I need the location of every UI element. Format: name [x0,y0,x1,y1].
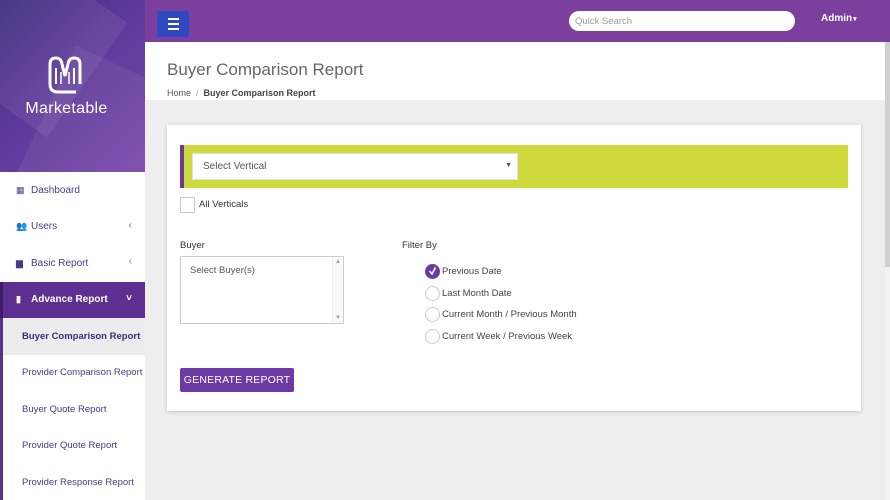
buyer-multiselect[interactable]: Select Buyer(s) ▲ ▼ [180,256,344,324]
breadcrumb-current: Buyer Comparison Report [203,88,316,98]
radio-label-current-week-previous-week: Current Week / Previous Week [442,331,573,342]
brand-name: Marketable [25,100,108,117]
radio-current-week-previous-week[interactable] [425,329,440,344]
sidebar-subitem-buyer-comparison-report[interactable]: Buyer Comparison Report [0,318,145,355]
page-header: Buyer Comparison Report Home / Buyer Compa… [145,42,885,100]
generate-report-button[interactable]: GENERATE REPORT [180,368,294,392]
dropdown-arrow-icon: ▼ [505,162,512,169]
all-verticals-label: All Verticals [199,199,249,210]
buyer-list-scrollbar[interactable]: ▲ ▼ [332,257,343,323]
topbar: Admin▾ [145,0,890,42]
marketable-logo-icon [48,56,82,94]
file-icon: ▮ [16,294,21,305]
folder-icon: ▆ [16,257,23,268]
sidebar-nav: ▦ Dashboard 👥 Users ‹ ▆ Basic Report ‹ ▮… [0,172,145,500]
buyer-placeholder: Select Buyer(s) [190,265,255,276]
check-icon [429,267,436,276]
chevron-left-icon: ‹ [128,256,132,267]
sidebar: Marketable ▦ Dashboard 👥 Users ‹ ▆ Basic… [0,0,145,500]
caret-down-icon: ▾ [853,16,857,23]
radio-label-previous-date: Previous Date [442,266,502,277]
scrollbar-thumb[interactable] [885,42,890,267]
vertical-select-bar: Select Vertical ▼ [180,145,848,188]
radio-previous-date[interactable] [425,264,440,279]
hamburger-icon [167,18,179,20]
sidebar-item-label: Users [31,221,58,233]
scroll-down-icon[interactable]: ▼ [335,315,341,321]
sidebar-subitem-buyer-quote-report[interactable]: Buyer Quote Report [0,391,145,428]
breadcrumb: Home / Buyer Comparison Report [167,88,316,98]
radio-label-last-month-date: Last Month Date [442,288,512,299]
sidebar-subitem-provider-comparison-report[interactable]: Provider Comparison Report [0,354,145,391]
all-verticals-checkbox[interactable] [180,197,195,213]
report-form-card: Select Vertical ▼ All Verticals Buyer Se… [167,125,861,411]
sidebar-item-label: Dashboard [31,184,80,196]
chevron-left-icon: ‹ [128,219,132,231]
buyer-label: Buyer [180,240,205,251]
radio-last-month-date[interactable] [425,286,440,301]
sidebar-subitem-provider-response-report[interactable]: Provider Response Report [0,464,145,500]
brand-panel: Marketable [0,0,145,172]
radio-current-month-previous-month[interactable] [425,307,440,322]
scroll-up-icon[interactable]: ▲ [335,259,341,265]
filter-by-label: Filter By [402,240,437,251]
dashboard-grid-icon: ▦ [16,184,25,195]
sidebar-item-advance-report[interactable]: ▮ Advance Report ˅ [0,281,145,318]
quick-search-input[interactable] [569,11,795,31]
breadcrumb-separator: / [196,88,199,98]
sidebar-item-users[interactable]: 👥 Users ‹ [0,209,145,246]
hamburger-menu-button[interactable] [157,11,189,37]
vertical-select[interactable]: Select Vertical ▼ [192,153,518,180]
admin-label: Admin [821,13,853,24]
sidebar-item-label: Basic Report [31,257,89,269]
vertical-select-value: Select Vertical [203,161,267,172]
breadcrumb-home-link[interactable]: Home [167,88,191,98]
admin-dropdown[interactable]: Admin▾ [821,13,857,24]
sidebar-item-label: Advance Report [31,294,108,306]
page-title: Buyer Comparison Report [167,60,364,79]
sidebar-subitem-provider-quote-report[interactable]: Provider Quote Report [0,427,145,464]
sidebar-item-dashboard[interactable]: ▦ Dashboard [0,172,145,209]
page-scrollbar[interactable] [885,42,890,500]
sidebar-item-basic-report[interactable]: ▆ Basic Report ‹ [0,245,145,282]
users-icon: 👥 [16,221,28,232]
chevron-down-icon: ˅ [126,292,132,304]
radio-label-current-month-previous-month: Current Month / Previous Month [442,309,577,320]
